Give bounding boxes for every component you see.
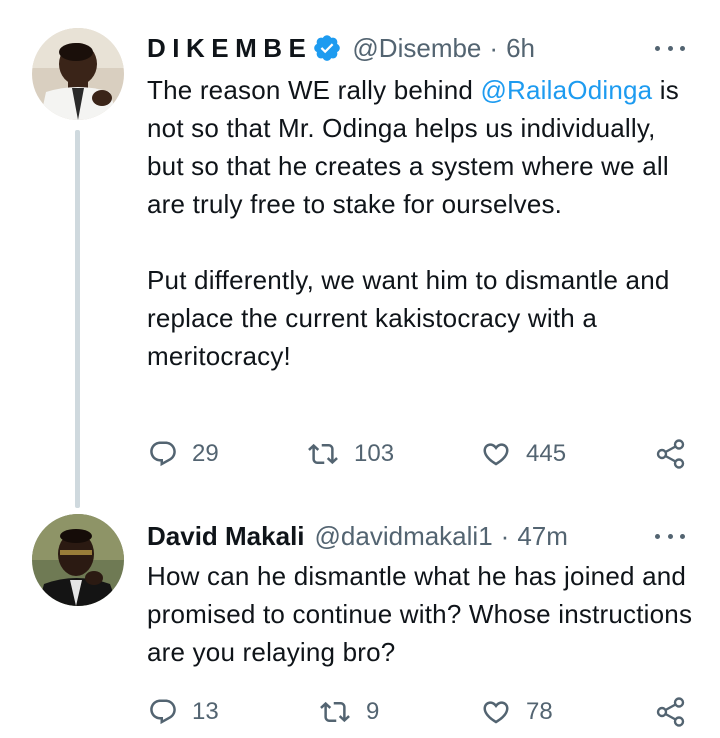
- reply-count: 29: [192, 440, 219, 467]
- retweet-button[interactable]: 9: [318, 692, 379, 732]
- like-button[interactable]: 78: [480, 692, 553, 732]
- reply-button[interactable]: 29: [148, 434, 219, 474]
- reply-icon: [150, 441, 176, 467]
- share-icon: [656, 697, 685, 727]
- like-count: 445: [526, 440, 567, 467]
- tweet-time[interactable]: 6h: [506, 33, 535, 64]
- share-button[interactable]: [655, 692, 687, 732]
- author-handle[interactable]: @Disembe: [352, 33, 481, 64]
- tweet-header: DIKEMBE @Disembe · 6h: [147, 28, 535, 68]
- reply-count: 13: [192, 698, 219, 725]
- author-name[interactable]: David Makali: [147, 521, 305, 552]
- retweet-count: 103: [354, 440, 395, 467]
- verified-badge-icon: [312, 33, 342, 63]
- retweet-icon: [308, 443, 338, 465]
- reply-icon: [150, 699, 176, 725]
- like-count: 78: [526, 698, 553, 725]
- retweet-button[interactable]: 103: [306, 434, 394, 474]
- tweet-text-part: The reason WE rally behind: [147, 75, 481, 105]
- heart-icon: [483, 443, 509, 466]
- heart-icon: [483, 701, 509, 724]
- more-icon[interactable]: [655, 531, 685, 541]
- tweet-paragraph: Put differently, we want him to dismantl…: [147, 265, 670, 371]
- share-button[interactable]: [655, 434, 687, 474]
- tweet-david-makali[interactable]: David Makali @davidmakali1 · 47m How can…: [0, 514, 720, 738]
- separator-dot: ·: [489, 32, 499, 63]
- reply-button[interactable]: 13: [148, 692, 219, 732]
- mention-link[interactable]: @RailaOdinga: [480, 75, 652, 105]
- tweet-dikembe[interactable]: DIKEMBE @Disembe · 6h The reason WE rall…: [0, 28, 720, 498]
- tweet-text: The reason WE rally behind @RailaOdinga …: [147, 71, 697, 375]
- retweet-count: 9: [366, 698, 380, 725]
- like-button[interactable]: 445: [480, 434, 566, 474]
- tweet-text: How can he dismantle what he has joined …: [147, 557, 697, 671]
- tweet-header: David Makali @davidmakali1 · 47m: [147, 516, 568, 556]
- author-name[interactable]: DIKEMBE: [147, 33, 312, 64]
- avatar-david-makali[interactable]: [32, 514, 124, 606]
- avatar-dikembe[interactable]: [32, 28, 124, 120]
- share-icon: [656, 439, 685, 469]
- author-handle[interactable]: @davidmakali1: [315, 521, 493, 552]
- retweet-icon: [320, 701, 350, 723]
- more-icon[interactable]: [655, 43, 685, 53]
- action-bar: 13 9 78: [0, 692, 720, 732]
- separator-dot: ·: [500, 520, 510, 551]
- tweet-time[interactable]: 47m: [517, 521, 568, 552]
- action-bar: 29 103 445: [0, 434, 720, 474]
- tweet-paragraph: How can he dismantle what he has joined …: [147, 561, 693, 667]
